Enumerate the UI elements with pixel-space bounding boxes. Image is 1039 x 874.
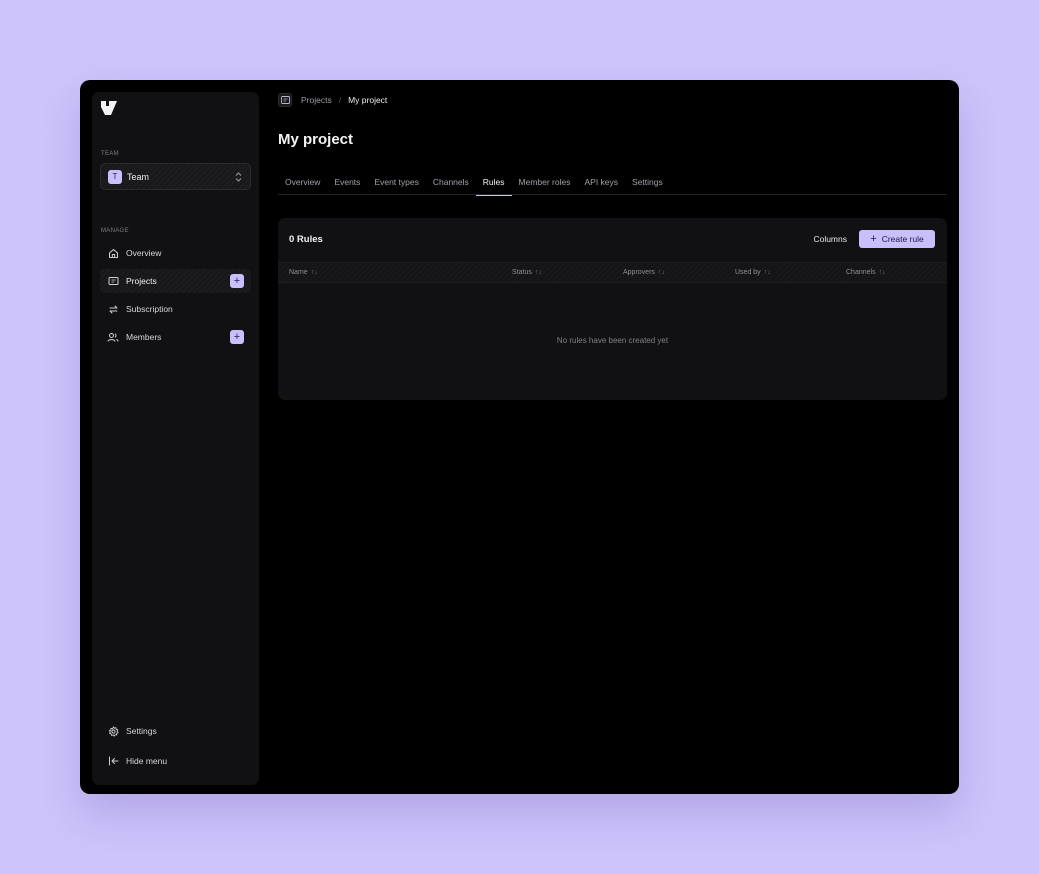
folder-icon xyxy=(107,275,119,287)
tab-event-types[interactable]: Event types xyxy=(367,172,425,195)
column-header-status[interactable]: Status ↑↓ xyxy=(512,263,542,283)
manage-section-label: MANAGE xyxy=(101,228,129,234)
team-selector[interactable]: T Team xyxy=(100,163,251,190)
sort-icon: ↑↓ xyxy=(878,269,886,276)
rules-card: 0 Rules Columns + Create rule Name ↑↓ Sta… xyxy=(278,218,947,400)
breadcrumb-projects-link[interactable]: Projects xyxy=(301,95,332,105)
main-content: Projects / My project My project Overvie… xyxy=(278,80,959,794)
sidebar-item-label: Settings xyxy=(126,726,157,736)
plus-icon: + xyxy=(870,232,877,245)
columns-button[interactable]: Columns xyxy=(813,234,847,244)
rules-count-title: 0 Rules xyxy=(289,234,323,245)
add-member-button[interactable]: + xyxy=(230,330,244,344)
sort-icon: ↑↓ xyxy=(310,269,318,276)
sort-icon: ↑↓ xyxy=(657,269,665,276)
gear-icon xyxy=(107,725,119,737)
sidebar-item-members[interactable]: Members + xyxy=(100,325,251,349)
team-avatar: T xyxy=(108,169,122,184)
users-icon xyxy=(107,331,119,343)
breadcrumb: Projects / My project xyxy=(278,93,387,107)
column-header-approvers[interactable]: Approvers ↑↓ xyxy=(623,263,665,283)
sidebar-item-settings[interactable]: Settings xyxy=(100,719,251,743)
chevron-up-down-icon xyxy=(235,171,242,182)
breadcrumb-current: My project xyxy=(348,95,388,105)
sort-icon: ↑↓ xyxy=(534,269,542,276)
tab-api-keys[interactable]: API keys xyxy=(577,172,625,195)
collapse-icon xyxy=(107,755,119,767)
sidebar-item-label: Subscription xyxy=(126,304,173,314)
sidebar-item-overview[interactable]: Overview xyxy=(100,241,251,265)
breadcrumb-separator: / xyxy=(338,95,342,105)
sidebar-item-label: Members xyxy=(126,332,162,342)
tab-rules[interactable]: Rules xyxy=(475,172,512,196)
create-rule-button[interactable]: + Create rule xyxy=(859,230,935,248)
sort-icon: ↑↓ xyxy=(763,269,771,276)
folder-icon xyxy=(278,93,292,107)
rules-table-header: Name ↑↓ Status ↑↓ Approvers ↑↓ Used by ↑↓ Ch… xyxy=(278,262,947,283)
tab-channels[interactable]: Channels xyxy=(426,172,476,195)
tab-member-roles[interactable]: Member roles xyxy=(512,172,578,195)
sidebar-item-label: Projects xyxy=(126,276,157,286)
repeat-icon xyxy=(107,303,119,315)
tab-settings[interactable]: Settings xyxy=(625,172,670,195)
team-name: Team xyxy=(127,171,150,182)
logo-icon[interactable] xyxy=(101,101,117,115)
add-project-button[interactable]: + xyxy=(230,274,244,288)
empty-state-message: No rules have been created yet xyxy=(556,336,669,345)
sidebar-item-projects[interactable]: Projects + xyxy=(100,269,251,293)
project-tabs: Overview Events Event types Channels Rul… xyxy=(278,172,947,196)
sidebar-item-label: Hide menu xyxy=(126,756,168,766)
tab-overview[interactable]: Overview xyxy=(278,172,327,195)
column-header-name[interactable]: Name ↑↓ xyxy=(289,263,318,283)
page-title: My project xyxy=(278,131,354,148)
column-header-channels[interactable]: Channels ↑↓ xyxy=(846,263,886,283)
sidebar: TEAM T Team MANAGE Overview Projects + S… xyxy=(92,92,259,785)
team-section-label: TEAM xyxy=(101,151,119,157)
hide-menu-button[interactable]: Hide menu xyxy=(100,749,251,773)
sidebar-item-subscription[interactable]: Subscription xyxy=(100,297,251,321)
column-header-used-by[interactable]: Used by ↑↓ xyxy=(735,263,771,283)
create-rule-label: Create rule xyxy=(881,234,924,244)
tab-events[interactable]: Events xyxy=(327,172,367,195)
sidebar-item-label: Overview xyxy=(126,248,162,258)
app-window: TEAM T Team MANAGE Overview Projects + S… xyxy=(80,80,959,794)
home-icon xyxy=(107,247,119,259)
